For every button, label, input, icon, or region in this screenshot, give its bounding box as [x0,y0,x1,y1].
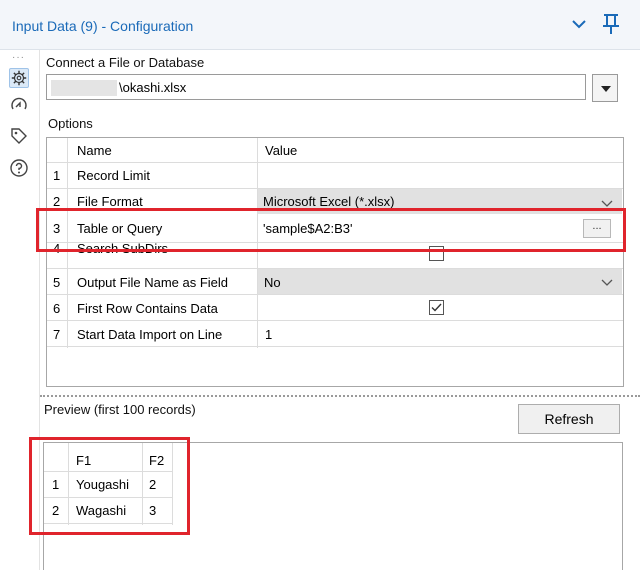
connect-label: Connect a File or Database [46,55,205,70]
start-line-input[interactable]: 1 [265,327,272,342]
row-number: 7 [53,327,61,342]
record-limit-input[interactable] [258,163,622,188]
option-value: No [264,275,281,290]
dropdown-arrow-icon [601,86,611,92]
title-bar: Input Data (9) - Configuration [0,0,640,50]
header-value: Value [265,143,298,158]
grid-line [47,346,623,347]
refresh-button[interactable]: Refresh [518,404,620,434]
option-name: Start Data Import on Line [77,327,223,342]
grid-line [47,320,623,321]
checkmark-icon [431,303,442,312]
chevron-down-icon[interactable] [570,15,588,33]
file-path-value: \okashi.xlsx [119,80,187,95]
option-name: Output File Name as Field [77,275,229,290]
highlight-box [36,208,626,252]
output-file-name-select[interactable]: No [258,269,622,294]
splitter[interactable] [40,395,640,397]
connection-icon[interactable] [9,95,29,115]
row-number: 6 [53,301,61,316]
tag-icon[interactable] [9,126,29,146]
options-grid: Name Value 1 Record Limit Microsoft Exce… [46,137,624,387]
highlight-box [29,437,190,535]
preview-label: Preview (first 100 records) [44,402,196,417]
gear-icon[interactable] [9,68,29,88]
first-row-data-checkbox[interactable] [429,300,444,315]
option-name: File Format [77,194,143,209]
file-path-input[interactable]: \okashi.xlsx [46,74,586,100]
file-dropdown-button[interactable] [592,74,618,102]
redacted-path [51,80,117,96]
help-icon[interactable] [9,158,29,178]
row-number: 5 [53,275,61,290]
option-name: First Row Contains Data [77,301,218,316]
window-title: Input Data (9) - Configuration [12,18,194,34]
pin-icon[interactable] [602,13,620,35]
grid-line [47,294,623,295]
option-value: Microsoft Excel (*.xlsx) [263,194,395,209]
row-number: 2 [53,194,61,209]
more-icon[interactable]: ··· [12,52,25,63]
row-number: 1 [53,168,61,183]
option-name: Record Limit [77,168,150,183]
options-label: Options [48,116,93,131]
header-name: Name [77,143,112,158]
chevron-down-icon [601,279,613,286]
